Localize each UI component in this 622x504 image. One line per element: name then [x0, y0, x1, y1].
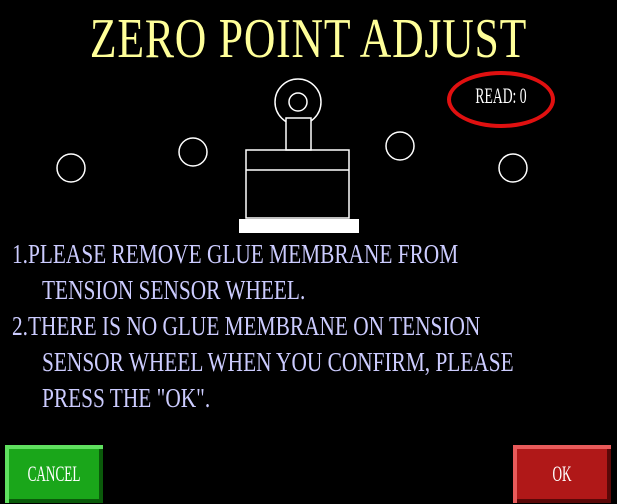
sensor-body	[245, 149, 350, 219]
zero-point-adjust-screen: ZERO POINT ADJUST READ: 0 1.PLEASE REMOV…	[0, 0, 622, 504]
instructions: 1.PLEASE REMOVE GLUE MEMBRANE FROM TENSI…	[12, 236, 612, 416]
page-title: ZERO POINT ADJUST	[89, 8, 528, 70]
ok-button-label: OK	[552, 461, 572, 486]
sensor-base	[239, 219, 359, 233]
cancel-button[interactable]: CANCEL	[4, 444, 104, 504]
roller-circle-right-outer	[498, 153, 528, 183]
sensor-wheel-inner	[288, 92, 308, 112]
roller-circle-left-inner	[178, 137, 208, 167]
hmi-panel: ZERO POINT ADJUST READ: 0 1.PLEASE REMOV…	[0, 0, 617, 504]
tension-sensor-wheel-diagram	[56, 78, 528, 233]
ok-button[interactable]: OK	[512, 444, 612, 504]
instruction-line-2: TENSION SENSOR WHEEL.	[42, 275, 306, 305]
sensor-stem	[285, 117, 312, 151]
instruction-line-3: 2.THERE IS NO GLUE MEMBRANE ON TENSION	[12, 311, 481, 341]
instruction-line-4: SENSOR WHEEL WHEN YOU CONFIRM, PLEASE	[42, 347, 514, 377]
roller-circle-left-outer	[56, 153, 86, 183]
instruction-line-5: PRESS THE "OK".	[42, 383, 211, 413]
instruction-line-1: 1.PLEASE REMOVE GLUE MEMBRANE FROM	[12, 239, 459, 269]
cancel-button-label: CANCEL	[27, 461, 81, 486]
roller-circle-right-inner	[385, 131, 415, 161]
